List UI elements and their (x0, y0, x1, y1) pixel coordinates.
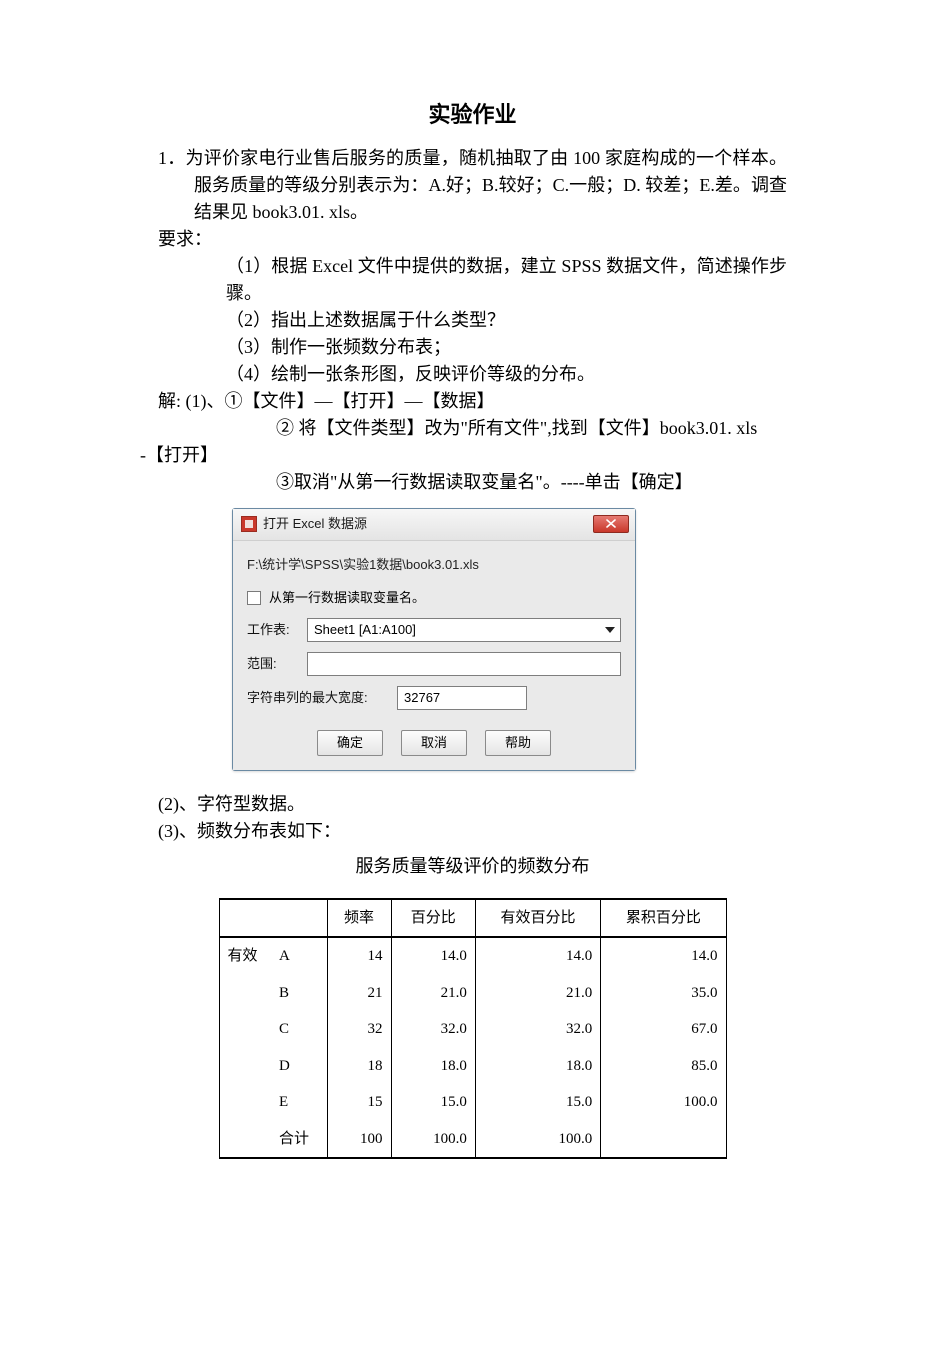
worksheet-label: 工作表: (247, 620, 307, 640)
cell-vpct: 100.0 (475, 1121, 600, 1159)
worksheet-row: 工作表: Sheet1 [A1:A100] (247, 618, 621, 642)
row-label: B (271, 975, 327, 1012)
chevron-down-icon (600, 619, 620, 641)
cell-cpct: 85.0 (601, 1048, 726, 1085)
cell-vpct: 32.0 (475, 1011, 600, 1048)
requirement-1: （1）根据 Excel 文件中提供的数据，建立 SPSS 数据文件，简述操作步骤… (158, 253, 787, 307)
range-input[interactable] (307, 652, 621, 676)
row-label: D (271, 1048, 327, 1085)
range-label: 范围: (247, 654, 307, 674)
th-frequency: 频率 (327, 899, 391, 938)
dialog-titlebar: 打开 Excel 数据源 (233, 509, 635, 541)
close-icon (606, 519, 616, 528)
spss-app-icon (241, 516, 257, 532)
solution-label: 解: (158, 391, 181, 411)
cell-pct: 15.0 (391, 1084, 475, 1121)
worksheet-value: Sheet1 [A1:A100] (314, 620, 416, 640)
cell-freq: 18 (327, 1048, 391, 1085)
question-1-text: 1．为评价家电行业售后服务的质量，随机抽取了由 100 家庭构成的一个样本。服务… (158, 145, 787, 226)
cell-pct: 32.0 (391, 1011, 475, 1048)
cell-freq: 100 (327, 1121, 391, 1159)
cell-freq: 21 (327, 975, 391, 1012)
group-empty (219, 1121, 271, 1159)
maxwidth-row: 字符串列的最大宽度: 32767 (247, 686, 621, 710)
table-row: B 21 21.0 21.0 35.0 (219, 975, 726, 1012)
solution-line-1: 解: (1)、①【文件】—【打开】—【数据】 (158, 388, 787, 415)
close-button[interactable] (593, 515, 629, 533)
cell-vpct: 21.0 (475, 975, 600, 1012)
solution-1-step1: (1)、①【文件】—【打开】—【数据】 (186, 391, 495, 411)
read-varnames-row: 从第一行数据读取变量名。 (247, 588, 621, 608)
group-empty (219, 975, 271, 1012)
cell-pct: 100.0 (391, 1121, 475, 1159)
group-empty (219, 1084, 271, 1121)
cancel-button[interactable]: 取消 (401, 730, 467, 756)
solution-1-open: -【打开】 (140, 442, 787, 469)
group-empty (219, 1048, 271, 1085)
worksheet-select[interactable]: Sheet1 [A1:A100] (307, 618, 621, 642)
cell-pct: 18.0 (391, 1048, 475, 1085)
cell-pct: 14.0 (391, 937, 475, 975)
cell-pct: 21.0 (391, 975, 475, 1012)
group-empty (219, 1011, 271, 1048)
table-row-total: 合计 100 100.0 100.0 (219, 1121, 726, 1159)
cell-cpct (601, 1121, 726, 1159)
row-label: C (271, 1011, 327, 1048)
row-label: 合计 (271, 1121, 327, 1159)
cell-cpct: 100.0 (601, 1084, 726, 1121)
page-title: 实验作业 (158, 98, 787, 131)
table-row: E 15 15.0 15.0 100.0 (219, 1084, 726, 1121)
cell-freq: 15 (327, 1084, 391, 1121)
range-row: 范围: (247, 652, 621, 676)
cell-vpct: 14.0 (475, 937, 600, 975)
cell-cpct: 35.0 (601, 975, 726, 1012)
th-empty-2 (271, 899, 327, 938)
spss-dialog-screenshot: 打开 Excel 数据源 F:\统计学\SPSS\实验1数据\book3.01.… (232, 508, 787, 771)
cell-cpct: 67.0 (601, 1011, 726, 1048)
maxwidth-label: 字符串列的最大宽度: (247, 688, 397, 708)
row-label: E (271, 1084, 327, 1121)
row-label: A (271, 937, 327, 975)
frequency-table-title: 服务质量等级评价的频数分布 (158, 853, 787, 880)
table-row: C 32 32.0 32.0 67.0 (219, 1011, 726, 1048)
solution-3: (3)、频数分布表如下： (158, 818, 787, 845)
open-excel-dialog: 打开 Excel 数据源 F:\统计学\SPSS\实验1数据\book3.01.… (232, 508, 636, 771)
dialog-title: 打开 Excel 数据源 (263, 514, 593, 534)
th-valid-percent: 有效百分比 (475, 899, 600, 938)
requirements-label: 要求： (158, 226, 787, 253)
th-percent: 百分比 (391, 899, 475, 938)
group-label: 有效 (219, 937, 271, 975)
read-varnames-checkbox[interactable] (247, 591, 261, 605)
frequency-table: 频率 百分比 有效百分比 累积百分比 有效 A 14 14.0 14.0 14.… (219, 898, 727, 1160)
cell-cpct: 14.0 (601, 937, 726, 975)
table-row: D 18 18.0 18.0 85.0 (219, 1048, 726, 1085)
cell-freq: 14 (327, 937, 391, 975)
read-varnames-label: 从第一行数据读取变量名。 (269, 588, 425, 608)
ok-button[interactable]: 确定 (317, 730, 383, 756)
table-row: 有效 A 14 14.0 14.0 14.0 (219, 937, 726, 975)
solution-1-step2: ② 将【文件类型】改为"所有文件",找到【文件】book3.01. xls (158, 415, 787, 442)
file-path-text: F:\统计学\SPSS\实验1数据\book3.01.xls (247, 555, 621, 575)
solution-2: (2)、字符型数据。 (158, 791, 787, 818)
th-cumulative-percent: 累积百分比 (601, 899, 726, 938)
cell-vpct: 15.0 (475, 1084, 600, 1121)
cell-freq: 32 (327, 1011, 391, 1048)
maxwidth-input[interactable]: 32767 (397, 686, 527, 710)
requirement-2: （2）指出上述数据属于什么类型？ (158, 307, 787, 334)
solution-1-step3: ③取消"从第一行数据读取变量名"。----单击【确定】 (158, 469, 787, 496)
th-empty-1 (219, 899, 271, 938)
help-button[interactable]: 帮助 (485, 730, 551, 756)
cell-vpct: 18.0 (475, 1048, 600, 1085)
table-header-row: 频率 百分比 有效百分比 累积百分比 (219, 899, 726, 938)
requirement-3: （3）制作一张频数分布表； (158, 334, 787, 361)
maxwidth-value: 32767 (404, 688, 440, 708)
requirement-4: （4）绘制一张条形图，反映评价等级的分布。 (158, 361, 787, 388)
